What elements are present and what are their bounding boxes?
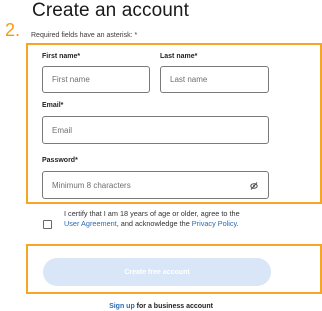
required-note: Required fields have an asterisk: * bbox=[31, 32, 138, 39]
password-placeholder: Minimum 8 characters bbox=[52, 180, 131, 190]
terms-middle: , and acknowledge the bbox=[116, 219, 192, 228]
first-name-placeholder: First name bbox=[52, 75, 90, 84]
password-field[interactable]: Minimum 8 characters bbox=[42, 171, 269, 199]
email-label: Email* bbox=[42, 102, 64, 109]
first-name-label: First name* bbox=[42, 53, 81, 60]
page-title: Create an account bbox=[32, 0, 189, 21]
terms-end: . bbox=[236, 219, 239, 228]
eye-slash-icon[interactable] bbox=[249, 181, 259, 193]
step-number: 2. bbox=[5, 20, 21, 40]
business-signup-line: Sign up for a business account bbox=[0, 303, 322, 310]
first-name-field[interactable]: First name bbox=[42, 66, 150, 93]
password-label: Password* bbox=[42, 157, 78, 164]
last-name-label: Last name* bbox=[160, 53, 198, 60]
email-placeholder: Email bbox=[52, 125, 73, 135]
create-free-account-button[interactable]: Create free account bbox=[43, 258, 271, 286]
sign-up-link[interactable]: Sign up bbox=[109, 303, 135, 310]
last-name-placeholder: Last name bbox=[170, 75, 208, 84]
user-agreement-link[interactable]: User Agreement bbox=[64, 219, 117, 228]
email-field[interactable]: Email bbox=[42, 116, 269, 144]
terms-checkbox[interactable] bbox=[43, 220, 52, 229]
terms-line1: I certify that I am 18 years of age or o… bbox=[64, 209, 240, 218]
business-signup-text: for a business account bbox=[134, 303, 213, 310]
privacy-policy-link[interactable]: Privacy Policy bbox=[192, 219, 237, 228]
terms-text: I certify that I am 18 years of age or o… bbox=[64, 209, 304, 229]
last-name-field[interactable]: Last name bbox=[160, 66, 269, 93]
